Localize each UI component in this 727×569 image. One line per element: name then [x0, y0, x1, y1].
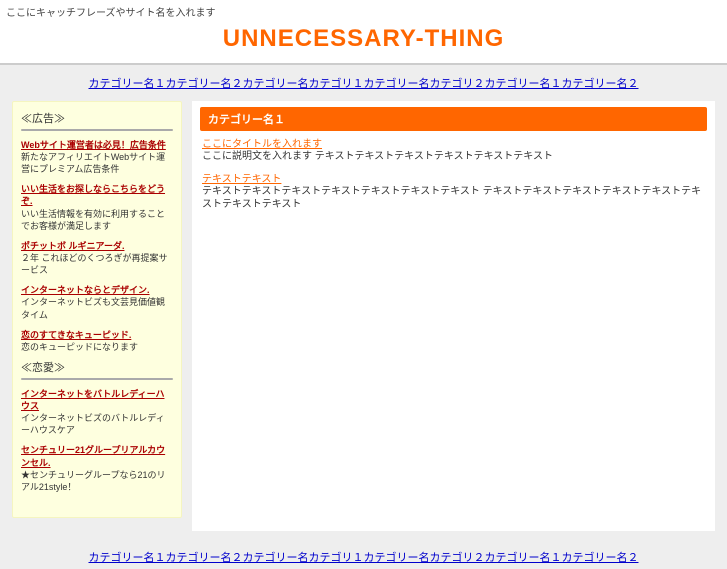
- page-header: ここにキャッチフレーズやサイト名を入れます UNNECESSARY-THING: [0, 0, 727, 65]
- top-nav: カテゴリー名１カテゴリー名２カテゴリー名カテゴリ１カテゴリー名カテゴリ２カテゴリ…: [0, 65, 727, 97]
- section-heading[interactable]: テキストテキスト: [200, 170, 707, 185]
- sidebar-entry: センチュリー21グループリアルカウンセル. ★センチュリーグループなら21のリア…: [21, 444, 173, 493]
- sidebar-entry: 恋のすてきなキューピッド. 恋のキューピッドになります: [21, 329, 173, 353]
- sidebar-entry-desc: 新たなアフィリエイトWebサイト運営にプレミアム広告条件: [21, 151, 173, 175]
- nav-link[interactable]: カテゴリー名１: [89, 552, 166, 564]
- nav-link[interactable]: カテゴリー名２: [166, 552, 243, 564]
- sidebar-entry: インターネットならとデザイン. インターネットビズも文芸見価値観タイム: [21, 284, 173, 320]
- nav-link[interactable]: カテゴリー名１: [485, 552, 562, 564]
- site-title: UNNECESSARY-THING: [6, 19, 721, 55]
- sidebar-section-title: ≪広告≫: [21, 112, 173, 127]
- nav-link[interactable]: カテゴリー名２: [562, 552, 639, 564]
- sidebar-entry-heading[interactable]: いい生活をお探しならこちらをどうぞ.: [21, 183, 173, 207]
- sidebar-entry: いい生活をお探しならこちらをどうぞ. いい生活情報を有効に利用することでお客様が…: [21, 183, 173, 232]
- nav-link[interactable]: カテゴリー名カテゴリ２: [364, 78, 485, 90]
- section-heading[interactable]: ここにタイトルを入れます: [200, 135, 707, 150]
- sidebar-entry-desc: ★センチュリーグループなら21のリアル21style！: [21, 469, 173, 493]
- sidebar-section-title: ≪恋愛≫: [21, 361, 173, 376]
- nav-link[interactable]: カテゴリー名２: [166, 78, 243, 90]
- sidebar: ≪広告≫ Webサイト運営者は必見！広告条件 新たなアフィリエイトWebサイト運…: [12, 101, 182, 518]
- sidebar-entry-heading[interactable]: Webサイト運営者は必見！広告条件: [21, 139, 173, 151]
- nav-link[interactable]: カテゴリー名カテゴリ２: [364, 552, 485, 564]
- nav-link[interactable]: カテゴリー名１: [89, 78, 166, 90]
- sidebar-entry-desc: インターネットビズのバトルレディーハウスケア: [21, 412, 173, 436]
- sidebar-entry-desc: ２年 これほどのくつろぎが再提案サービス: [21, 252, 173, 276]
- sidebar-entry-heading[interactable]: センチュリー21グループリアルカウンセル.: [21, 444, 173, 468]
- sidebar-entry: インターネットをバトルレディーハウス インターネットビズのバトルレディーハウスケ…: [21, 388, 173, 437]
- sidebar-entry-heading[interactable]: 恋のすてきなキューピッド.: [21, 329, 173, 341]
- nav-link[interactable]: カテゴリー名１: [485, 78, 562, 90]
- tagline: ここにキャッチフレーズやサイト名を入れます: [6, 4, 721, 19]
- section-body: ここに説明文を入れます テキストテキストテキストテキストテキストテキスト: [200, 150, 707, 164]
- sidebar-entry: Webサイト運営者は必見！広告条件 新たなアフィリエイトWebサイト運営にプレミ…: [21, 139, 173, 175]
- section-body: テキストテキストテキストテキストテキストテキストテキスト テキストテキストテキス…: [200, 185, 707, 212]
- main-content: カテゴリー名１ ここにタイトルを入れます ここに説明文を入れます テキストテキス…: [192, 101, 715, 531]
- sidebar-entry-heading[interactable]: ポチットボ ルギニアーダ.: [21, 240, 173, 252]
- sidebar-entry-desc: いい生活情報を有効に利用することでお客様が満足します: [21, 208, 173, 232]
- nav-link[interactable]: カテゴリー名カテゴリ１: [243, 552, 364, 564]
- sidebar-divider: [21, 129, 173, 131]
- sidebar-entry-heading[interactable]: インターネットならとデザイン.: [21, 284, 173, 296]
- sidebar-entry-desc: インターネットビズも文芸見価値観タイム: [21, 296, 173, 320]
- sidebar-entry: ポチットボ ルギニアーダ. ２年 これほどのくつろぎが再提案サービス: [21, 240, 173, 276]
- category-bar: カテゴリー名１: [200, 107, 707, 131]
- sidebar-entry-desc: 恋のキューピッドになります: [21, 341, 173, 353]
- sidebar-divider: [21, 378, 173, 380]
- sidebar-entry-heading[interactable]: インターネットをバトルレディーハウス: [21, 388, 173, 412]
- bottom-nav: カテゴリー名１カテゴリー名２カテゴリー名カテゴリ１カテゴリー名カテゴリ２カテゴリ…: [0, 543, 727, 569]
- nav-link[interactable]: カテゴリー名２: [562, 78, 639, 90]
- nav-link[interactable]: カテゴリー名カテゴリ１: [243, 78, 364, 90]
